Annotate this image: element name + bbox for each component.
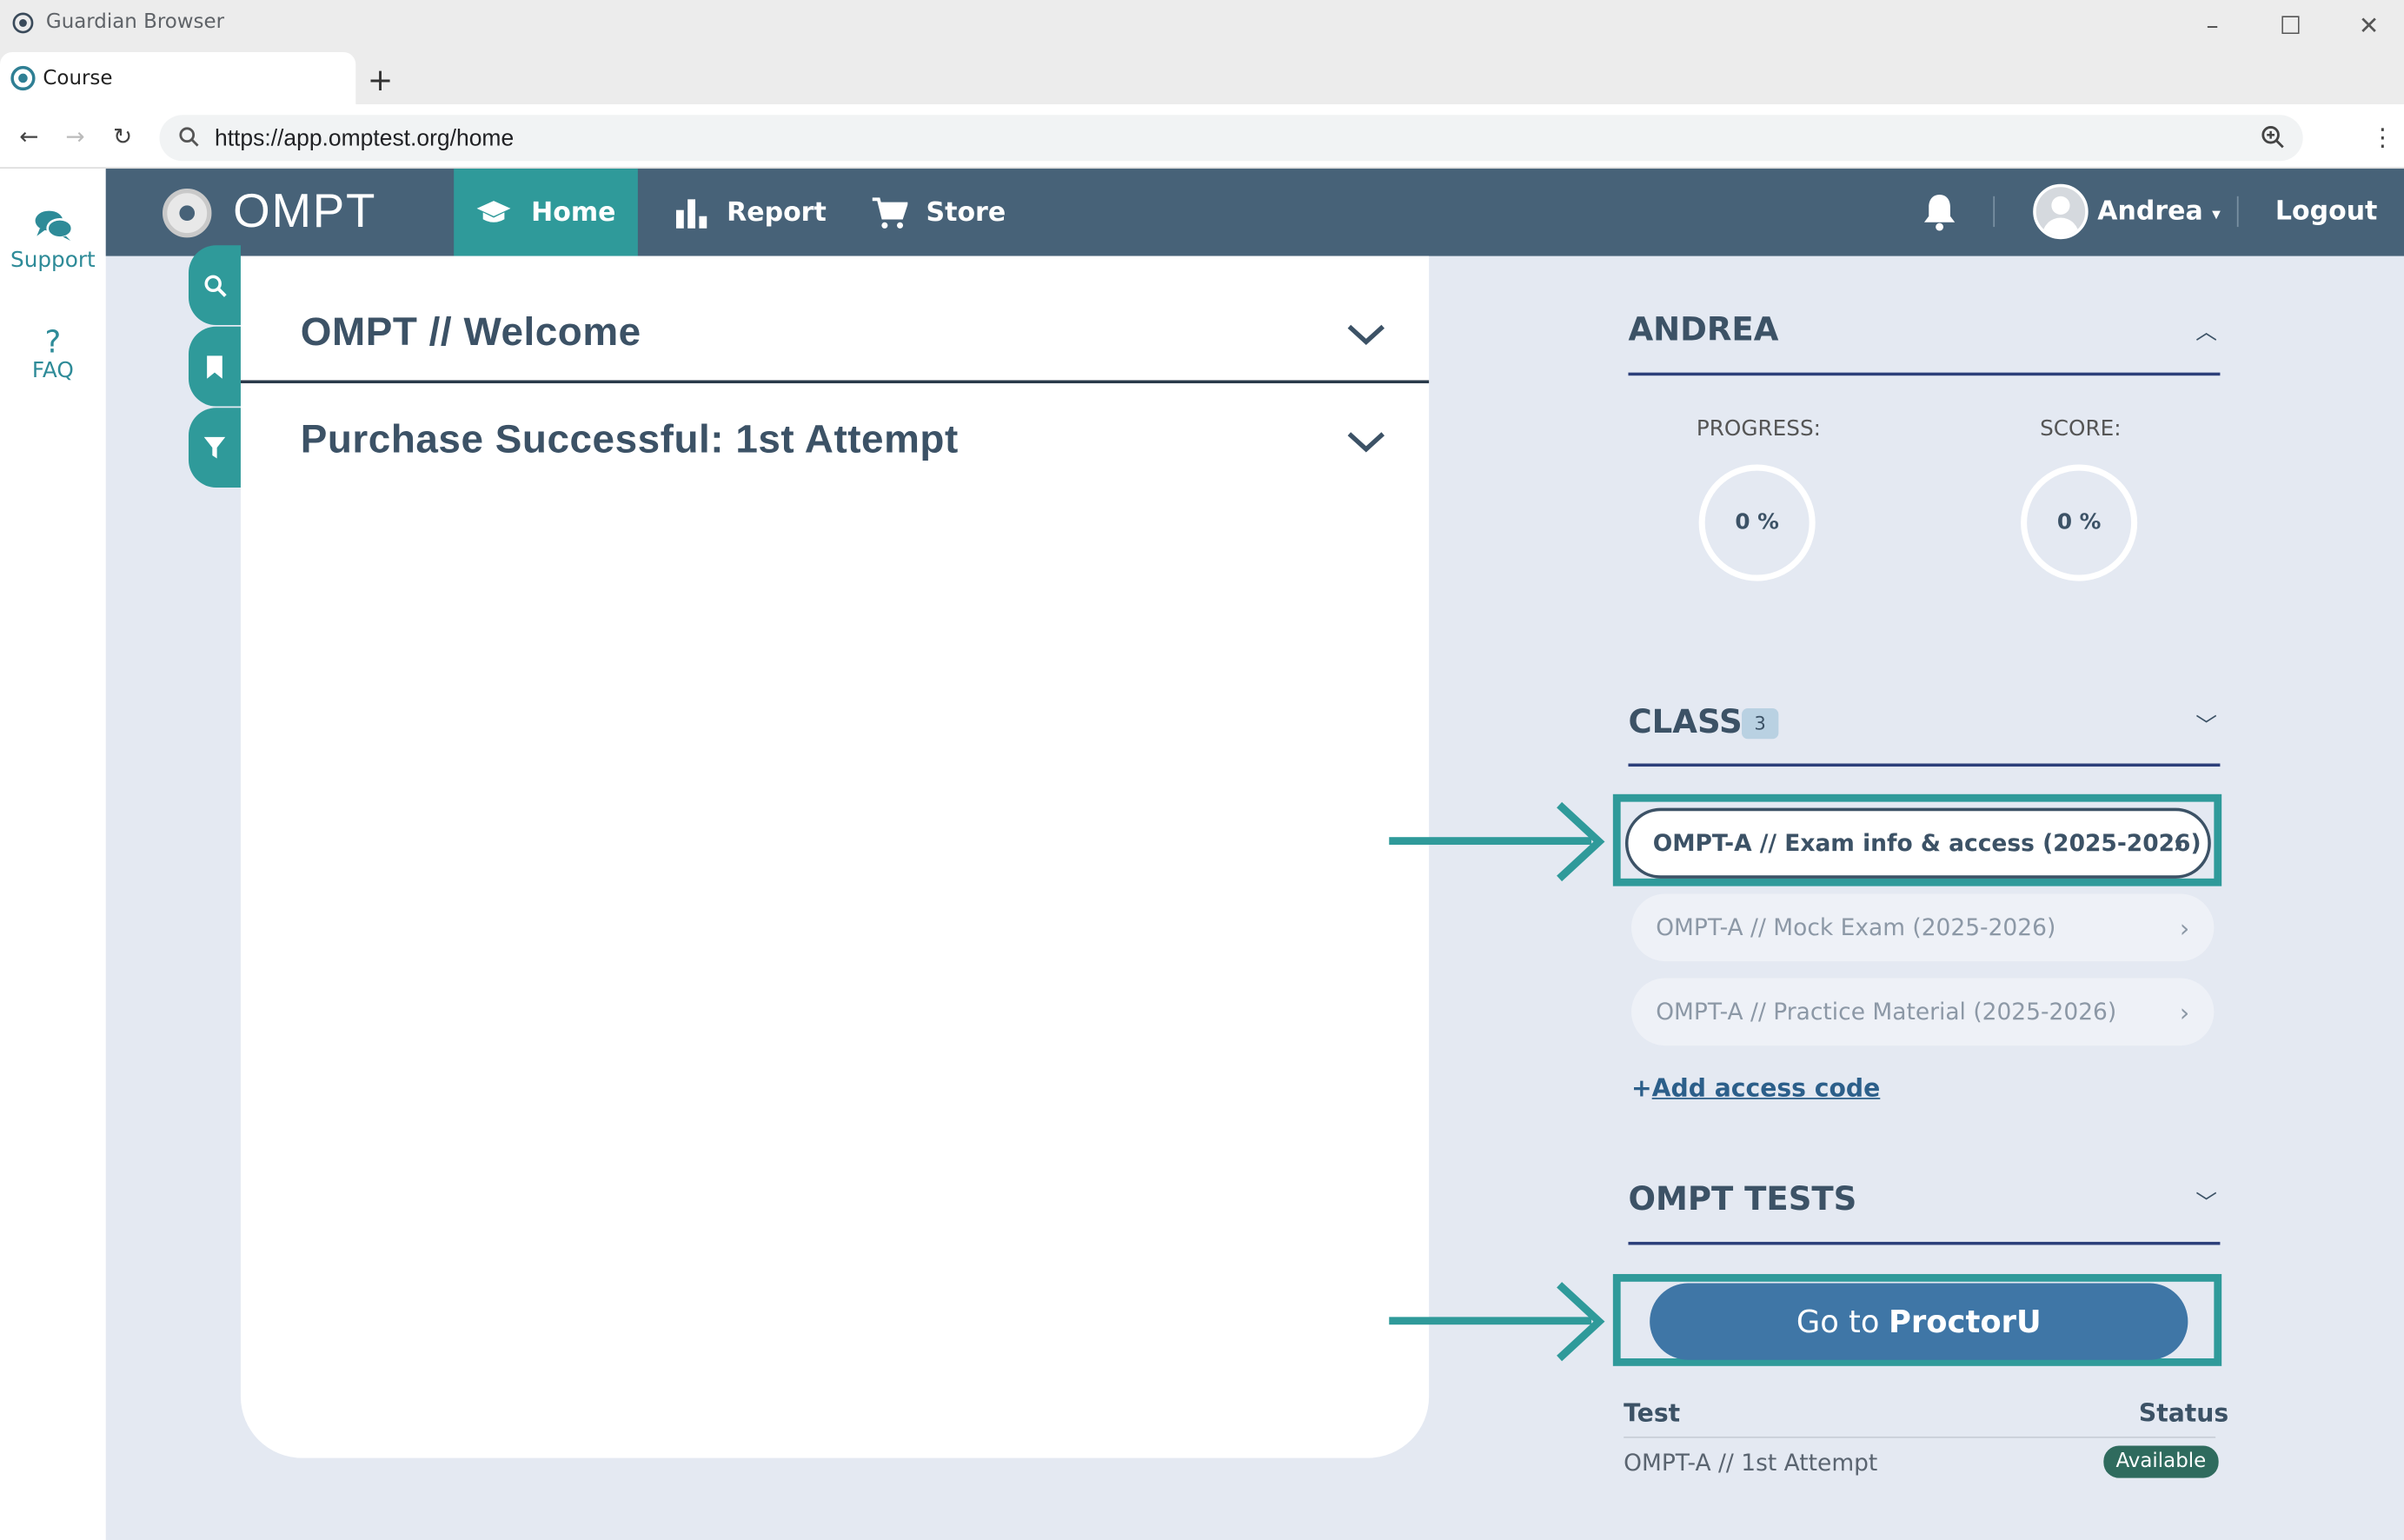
section-underline [1628, 1241, 2221, 1245]
cart-icon [872, 196, 908, 228]
logout-link[interactable]: Logout [2275, 196, 2377, 227]
accordion-welcome-title[interactable]: OMPT // Welcome [301, 309, 641, 356]
zoom-icon[interactable] [2260, 124, 2284, 149]
chat-bubbles-icon [34, 210, 73, 241]
go-to-proctoru-button[interactable]: Go to ProctorU [1650, 1283, 2188, 1360]
chevron-right-icon: › [2179, 913, 2190, 943]
class-item-exam-info[interactable]: OMPT-A // Exam info & access (2025-2026)… [1624, 807, 2211, 879]
arrow-right-icon [1557, 1282, 1605, 1362]
search-tool-tab[interactable] [188, 245, 241, 325]
accordion-divider [240, 380, 1430, 384]
nav-store-label: Store [926, 196, 1006, 228]
new-tab-button[interactable]: + [365, 64, 395, 95]
progress-label: PROGRESS: [1696, 416, 1821, 442]
tab-label: Course [43, 67, 113, 91]
add-access-code-label: Add access code [1651, 1072, 1881, 1103]
class-count-badge: 3 [1742, 708, 1779, 740]
user-name: Andrea [2097, 196, 2203, 228]
score-label: SCORE: [2040, 416, 2122, 442]
chevron-down-icon[interactable]: ﹀ [2195, 1186, 2217, 1217]
nav-divider [1993, 196, 1996, 228]
nav-report[interactable]: Report [674, 169, 827, 256]
add-access-code-link[interactable]: +Add access code [1631, 1073, 1880, 1103]
section-underline [1628, 763, 2221, 767]
course-favicon-icon [10, 65, 36, 91]
table-header-status: Status [2138, 1397, 2229, 1428]
bell-icon[interactable] [1921, 192, 1957, 232]
class-item-practice-material[interactable]: OMPT-A // Practice Material (2025-2026) … [1631, 978, 2215, 1046]
question-icon: ? [44, 323, 62, 361]
status-badge: Available [2103, 1445, 2219, 1478]
faq-label: FAQ [31, 358, 74, 384]
filter-tool-tab[interactable] [188, 408, 241, 488]
proctor-button-brand: ProctorU [1889, 1303, 2042, 1340]
support-link[interactable]: Support [0, 209, 106, 273]
tests-section-title[interactable]: OMPT TESTS [1628, 1180, 1856, 1217]
nav-report-label: Report [727, 196, 827, 228]
class-item-label: OMPT-A // Exam info & access (2025-2026) [1652, 829, 2201, 858]
chevron-down-icon[interactable] [1343, 426, 1389, 456]
avatar[interactable] [2033, 183, 2089, 240]
caret-down-icon: ▾ [2212, 203, 2221, 224]
faq-link[interactable]: ? FAQ [0, 325, 106, 383]
class-item-label: OMPT-A // Mock Exam (2025-2026) [1656, 913, 2056, 942]
chevron-up-icon[interactable]: ︿ [2195, 315, 2217, 346]
nav-home-label: Home [531, 196, 616, 228]
nav-home[interactable]: Home [454, 169, 638, 256]
window-title: Guardian Browser [45, 10, 225, 34]
chevron-right-icon: › [2173, 828, 2184, 859]
chevron-down-icon[interactable]: ﹀ [2195, 710, 2217, 740]
table-header-test: Test [1624, 1397, 1681, 1428]
brand-name[interactable]: OMPT [233, 184, 376, 240]
filter-icon [203, 436, 226, 459]
class-item-label: OMPT-A // Practice Material (2025-2026) [1656, 998, 2117, 1026]
user-menu[interactable]: Andrea ▾ [2097, 196, 2221, 227]
search-icon [203, 274, 226, 296]
search-icon [179, 127, 199, 147]
class-item-mock-exam[interactable]: OMPT-A // Mock Exam (2025-2026) › [1631, 893, 2215, 962]
nav-store[interactable]: Store [871, 169, 1006, 256]
arrow-right-icon [1557, 801, 1605, 882]
accordion-purchase-title[interactable]: Purchase Successful: 1st Attempt [301, 415, 959, 463]
score-value: 0 % [2056, 510, 2102, 535]
back-arrow-icon[interactable]: ← [14, 123, 44, 150]
nav-divider [2236, 196, 2239, 228]
ompt-logo-icon[interactable] [162, 188, 212, 238]
proctor-button-prefix: Go to [1796, 1303, 1880, 1340]
minimize-button[interactable]: – [2189, 6, 2235, 43]
close-button[interactable]: ✕ [2346, 6, 2392, 43]
guardian-logo-icon [12, 12, 34, 34]
progress-value: 0 % [1735, 510, 1779, 535]
bookmark-icon [207, 355, 222, 378]
browser-menu-icon[interactable]: ⋮ [2370, 123, 2394, 152]
chevron-right-icon: › [2179, 997, 2190, 1027]
bookmark-tool-tab[interactable] [188, 326, 241, 407]
browser-tab-course[interactable]: Course [0, 51, 356, 108]
class-section-title[interactable]: CLASS [1628, 704, 1742, 740]
score-ring: 0 % [2021, 464, 2138, 581]
window-titlebar: Guardian Browser [0, 0, 2404, 50]
progress-ring: 0 % [1698, 464, 1816, 581]
graduation-cap-icon [477, 200, 512, 222]
table-row-test-name[interactable]: OMPT-A // 1st Attempt [1624, 1449, 1877, 1477]
table-divider [1624, 1436, 2216, 1438]
tab-strip [0, 49, 2404, 104]
reload-icon[interactable]: ↻ [107, 123, 137, 150]
maximize-button[interactable]: ☐ [2268, 6, 2314, 43]
chevron-down-icon[interactable] [1343, 319, 1389, 349]
user-section-title[interactable]: ANDREA [1628, 311, 1778, 348]
support-label: Support [10, 248, 96, 274]
plus-icon: + [1631, 1072, 1652, 1103]
url-field[interactable]: https://app.omptest.org/home [159, 115, 2303, 162]
bar-chart-icon [675, 198, 707, 228]
url-text: https://app.omptest.org/home [214, 125, 515, 152]
forward-arrow-icon[interactable]: → [60, 123, 90, 150]
section-underline [1628, 372, 2221, 376]
